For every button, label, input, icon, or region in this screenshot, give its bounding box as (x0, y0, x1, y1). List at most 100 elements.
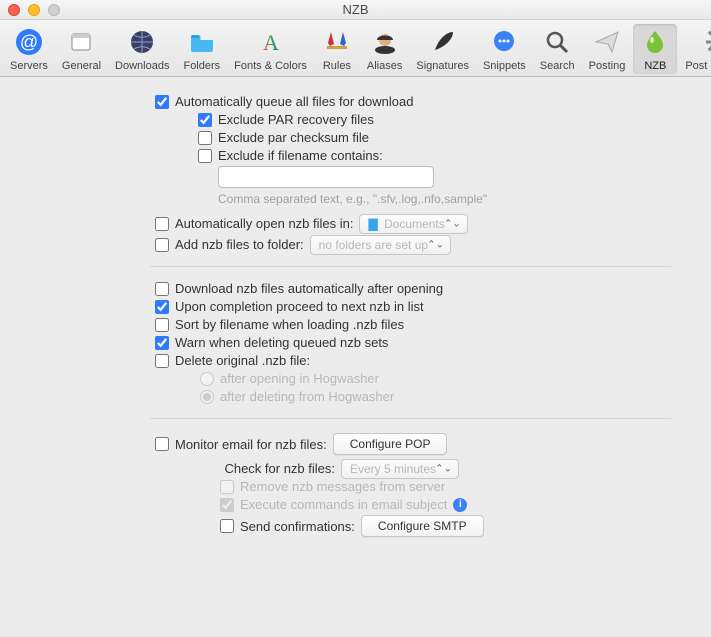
monitor-email-label: Monitor email for nzb files: (175, 437, 327, 452)
toolbar-label: Downloads (115, 60, 169, 72)
warn-delete-checkbox[interactable]: Warn when deleting queued nzb sets (155, 335, 388, 350)
delete-after-open-label: after opening in Hogwasher (220, 371, 379, 386)
preferences-pane-nzb: Automatically queue all files for downlo… (0, 77, 711, 636)
toolbar-item-signatures[interactable]: Signatures (410, 24, 475, 74)
feather-icon (427, 26, 459, 58)
exclude-par-label: Exclude PAR recovery files (218, 112, 374, 127)
configure-smtp-button[interactable]: Configure SMTP (361, 515, 484, 537)
toolbar-item-rules[interactable]: Rules (315, 24, 359, 74)
window-icon (65, 26, 97, 58)
toolbar-item-fonts[interactable]: A Fonts & Colors (228, 24, 313, 74)
window-controls (8, 4, 60, 16)
send-confirmations-label: Send confirmations: (240, 519, 355, 534)
alias-icon (369, 26, 401, 58)
toolbar-item-aliases[interactable]: Aliases (361, 24, 408, 74)
toolbar-label: Aliases (367, 60, 402, 72)
check-interval-label: Check for nzb files: (215, 461, 335, 476)
add-folder-select[interactable]: no folders are set up ⌃⌄ (310, 235, 451, 255)
toolbar-label: Servers (10, 60, 48, 72)
toolbar-label: Signatures (416, 60, 469, 72)
exclude-contains-input[interactable] (218, 166, 434, 188)
fonts-icon: A (255, 26, 287, 58)
toolbar-item-servers[interactable]: @ Servers (4, 24, 54, 74)
add-folder-label: Add nzb files to folder: (175, 237, 304, 252)
at-icon: @ (13, 26, 45, 58)
exclude-checksum-checkbox[interactable]: Exclude par checksum file (198, 130, 369, 145)
window-title: NZB (0, 2, 711, 17)
folder-icon (186, 26, 218, 58)
globe-icon (126, 26, 158, 58)
drop-icon (639, 26, 671, 58)
auto-queue-label: Automatically queue all files for downlo… (175, 94, 413, 109)
minimize-icon[interactable] (28, 4, 40, 16)
exclude-checksum-label: Exclude par checksum file (218, 130, 369, 145)
separator (150, 266, 671, 267)
toolbar-label: NZB (644, 60, 666, 72)
search-icon (541, 26, 573, 58)
toolbar-label: Posting (589, 60, 626, 72)
download-auto-checkbox[interactable]: Download nzb files automatically after o… (155, 281, 443, 296)
folder-icon: ▇ (368, 217, 377, 231)
toolbar-item-search[interactable]: Search (534, 24, 581, 74)
rules-icon (321, 26, 353, 58)
remove-messages-label: Remove nzb messages from server (240, 479, 445, 494)
add-folder-checkbox[interactable]: Add nzb files to folder: (155, 237, 304, 252)
chevron-updown-icon: ⌃⌄ (444, 219, 461, 230)
auto-open-select[interactable]: ▇ Documents ⌃⌄ (359, 214, 467, 234)
send-confirmations-checkbox[interactable]: Send confirmations: (220, 519, 355, 534)
remove-messages-checkbox: Remove nzb messages from server (220, 479, 445, 494)
plane-icon (591, 26, 623, 58)
exclude-contains-checkbox[interactable]: Exclude if filename contains: (198, 148, 383, 163)
exclude-par-checkbox[interactable]: Exclude PAR recovery files (198, 112, 374, 127)
monitor-email-checkbox[interactable]: Monitor email for nzb files: (155, 437, 327, 452)
check-interval-select: Every 5 minutes ⌃⌄ (341, 459, 459, 479)
toolbar-label: Fonts & Colors (234, 60, 307, 72)
svg-text:A: A (263, 30, 279, 55)
chat-icon (488, 26, 520, 58)
delete-after-delete-radio: after deleting from Hogwasher (200, 389, 394, 404)
toolbar-item-snippets[interactable]: Snippets (477, 24, 532, 74)
separator (150, 418, 671, 419)
auto-open-value: Documents (384, 217, 445, 231)
chevron-updown-icon: ⌃⌄ (435, 464, 452, 475)
info-icon[interactable]: i (453, 498, 467, 512)
execute-commands-label: Execute commands in email subject (240, 497, 447, 512)
toolbar-item-postprocess[interactable]: Post Process (679, 24, 711, 74)
sort-filename-checkbox[interactable]: Sort by filename when loading .nzb files (155, 317, 404, 332)
auto-open-checkbox[interactable]: Automatically open nzb files in: (155, 216, 353, 231)
svg-text:@: @ (20, 32, 38, 52)
proceed-next-label: Upon completion proceed to next nzb in l… (175, 299, 424, 314)
zoom-icon (48, 4, 60, 16)
exclude-contains-hint: Comma separated text, e.g., ".sfv,.log,.… (218, 192, 671, 206)
toolbar-label: Snippets (483, 60, 526, 72)
toolbar-label: Search (540, 60, 575, 72)
toolbar-item-posting[interactable]: Posting (583, 24, 632, 74)
toolbar-item-nzb[interactable]: NZB (633, 24, 677, 74)
gear-icon (702, 26, 711, 58)
chevron-updown-icon: ⌃⌄ (427, 240, 444, 251)
toolbar-item-general[interactable]: General (56, 24, 107, 74)
add-folder-value: no folders are set up (319, 238, 428, 252)
toolbar-label: Post Process (685, 60, 711, 72)
download-auto-label: Download nzb files automatically after o… (175, 281, 443, 296)
titlebar: NZB (0, 0, 711, 20)
delete-after-open-radio: after opening in Hogwasher (200, 371, 379, 386)
check-interval-value: Every 5 minutes (350, 462, 436, 476)
toolbar-item-downloads[interactable]: Downloads (109, 24, 175, 74)
sort-filename-label: Sort by filename when loading .nzb files (175, 317, 404, 332)
toolbar-item-folders[interactable]: Folders (177, 24, 226, 74)
toolbar-label: Rules (323, 60, 351, 72)
toolbar-label: General (62, 60, 101, 72)
auto-queue-checkbox[interactable]: Automatically queue all files for downlo… (155, 94, 413, 109)
proceed-next-checkbox[interactable]: Upon completion proceed to next nzb in l… (155, 299, 424, 314)
exclude-contains-label: Exclude if filename contains: (218, 148, 383, 163)
toolbar-label: Folders (183, 60, 220, 72)
preferences-toolbar: @ Servers General Downloads Folders A Fonts & … (0, 20, 711, 77)
close-icon[interactable] (8, 4, 20, 16)
warn-delete-label: Warn when deleting queued nzb sets (175, 335, 388, 350)
delete-original-checkbox[interactable]: Delete original .nzb file: (155, 353, 310, 368)
execute-commands-checkbox: Execute commands in email subject (220, 497, 447, 512)
delete-after-delete-label: after deleting from Hogwasher (220, 389, 394, 404)
configure-pop-button[interactable]: Configure POP (333, 433, 448, 455)
delete-original-label: Delete original .nzb file: (175, 353, 310, 368)
